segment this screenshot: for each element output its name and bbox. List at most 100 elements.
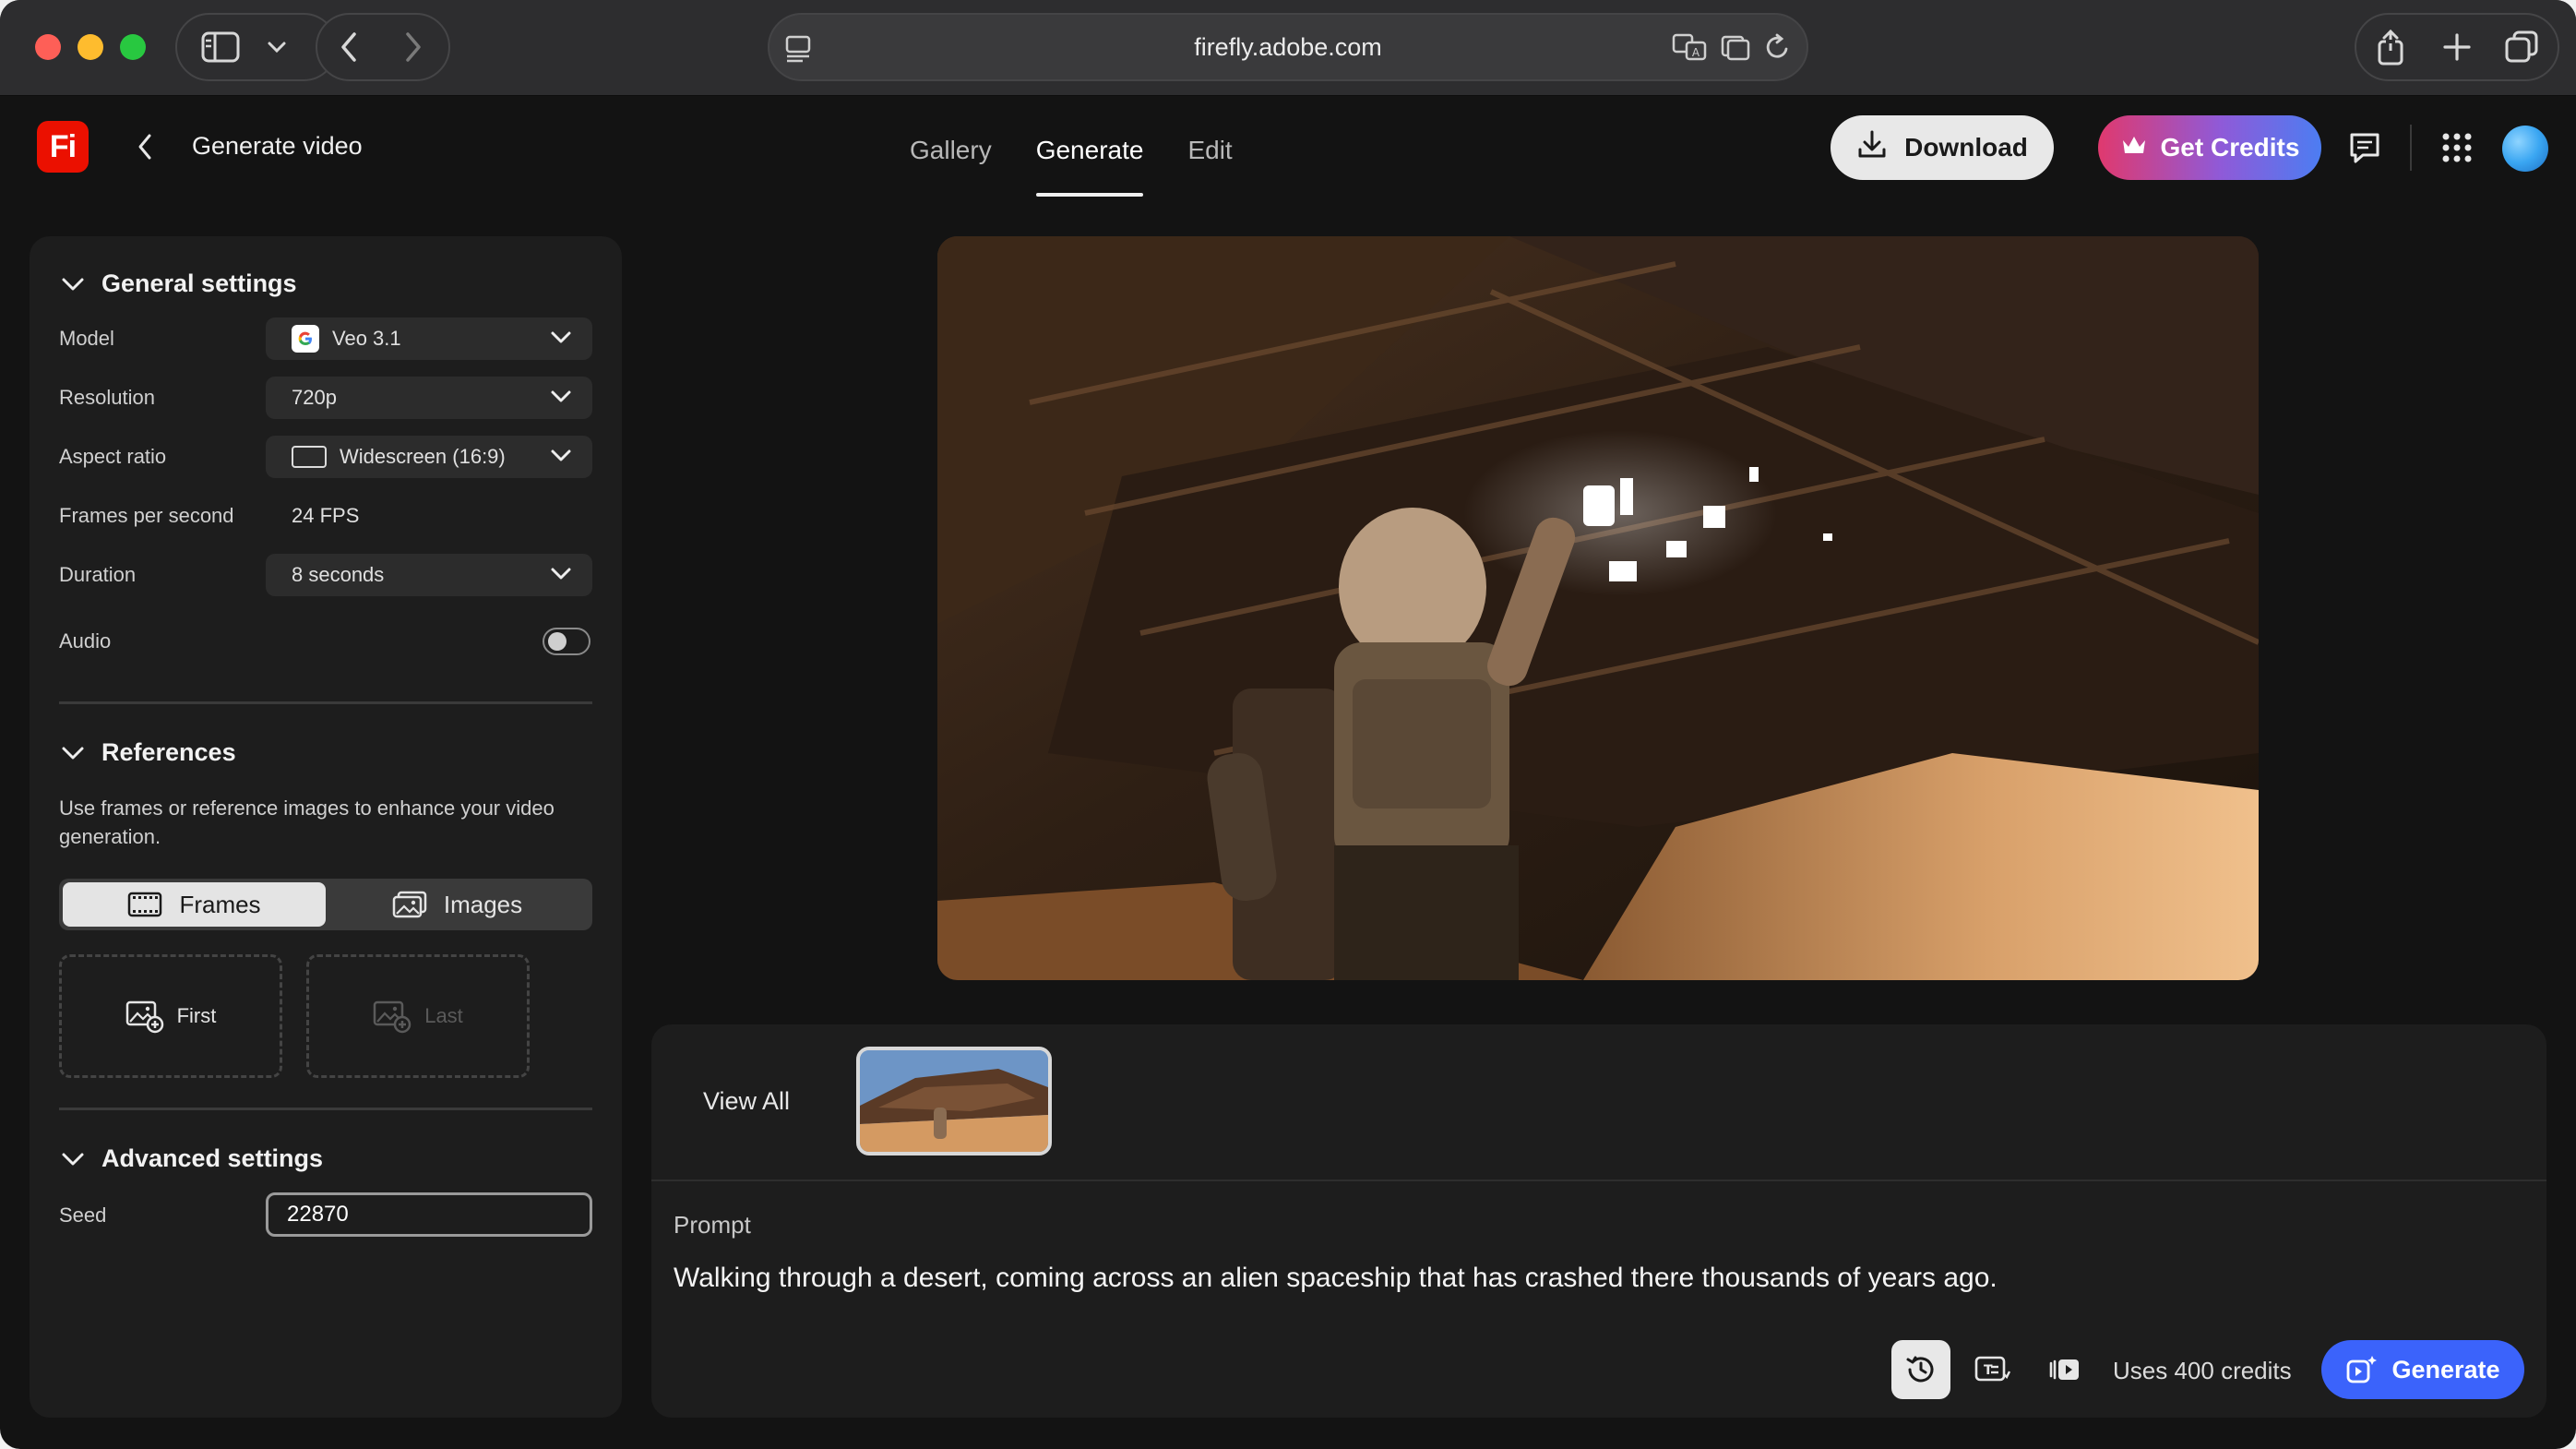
generate-button[interactable]: Generate (2321, 1340, 2524, 1399)
audio-toggle[interactable] (543, 628, 590, 655)
duration-select[interactable]: 8 seconds (266, 554, 592, 596)
fps-value: 24 FPS (292, 504, 360, 527)
tab-edit[interactable]: Edit (1187, 136, 1232, 197)
reload-icon[interactable] (1764, 31, 1792, 67)
model-value: Veo 3.1 (332, 327, 401, 350)
reference-type-toggle: Frames Images (59, 879, 592, 930)
frames-label: Frames (179, 890, 261, 918)
svg-text:A: A (1692, 46, 1700, 59)
images-icon (392, 891, 427, 918)
google-icon (292, 325, 319, 353)
settings-sidebar: General settings Model Veo 3.1 Resolutio… (30, 236, 622, 1418)
history-icon (1906, 1356, 1934, 1383)
video-preview[interactable] (937, 236, 2259, 980)
resolution-value: 720p (292, 386, 337, 409)
thumbnail-image (860, 1050, 1048, 1152)
forward-icon[interactable] (400, 30, 424, 64)
widescreen-icon (292, 446, 327, 468)
references-header[interactable]: References (61, 738, 236, 767)
tab-generate[interactable]: Generate (1035, 136, 1143, 197)
feedback-icon[interactable] (2347, 130, 2382, 170)
firefly-logo[interactable]: Fi (37, 121, 89, 173)
chevron-down-icon (62, 278, 84, 290)
frames-tab[interactable]: Frames (63, 882, 326, 927)
app-header: Fi Generate video Gallery Generate Edit … (0, 97, 2576, 200)
frames-icon (128, 892, 162, 917)
tab-overview-icon[interactable] (2504, 30, 2539, 65)
fps-label: Frames per second (59, 504, 234, 527)
get-credits-label: Get Credits (2160, 133, 2300, 162)
minimize-window-button[interactable] (78, 34, 103, 60)
aspect-ratio-select[interactable]: Widescreen (16:9) (266, 436, 592, 478)
sidebar-icon[interactable] (201, 31, 240, 63)
browser-toolbar: firefly.adobe.com A (0, 0, 2576, 96)
credits-cost-text: Uses 400 credits (2113, 1357, 2292, 1384)
new-tab-icon[interactable] (2441, 31, 2473, 63)
audio-label: Audio (59, 629, 112, 653)
chevron-down-icon (62, 1153, 84, 1165)
share-icon[interactable] (2375, 29, 2406, 66)
prompt-panel: View All Prompt Walking through a desert… (651, 1024, 2546, 1418)
crown-icon (2120, 133, 2148, 163)
tab-gallery[interactable]: Gallery (910, 136, 992, 197)
browser-window: firefly.adobe.com A Fi Generate video Ga… (0, 0, 2576, 1449)
prompt-suggestions-button[interactable]: T (1963, 1340, 2022, 1399)
prompt-label: Prompt (674, 1211, 751, 1239)
model-label: Model (59, 327, 114, 350)
chevron-down-icon (551, 568, 571, 580)
add-image-icon (125, 1000, 163, 1034)
svg-text:T: T (1984, 1363, 1993, 1378)
text-to-image-icon: T (1974, 1356, 2011, 1382)
generate-icon (2347, 1356, 2378, 1383)
video-frame-image (937, 236, 2259, 980)
close-window-button[interactable] (35, 34, 61, 60)
history-button[interactable] (1891, 1340, 1950, 1399)
back-chevron-icon[interactable] (135, 130, 155, 168)
chevron-down-icon (551, 449, 571, 461)
chevron-down-icon (62, 747, 84, 759)
resolution-select[interactable]: 720p (266, 377, 592, 419)
avatar[interactable] (2502, 126, 2548, 172)
last-frame-upload[interactable]: Last (306, 954, 530, 1078)
view-all-link[interactable]: View All (703, 1087, 790, 1116)
chevron-down-icon (551, 331, 571, 343)
aspect-ratio-label: Aspect ratio (59, 445, 167, 468)
nav-buttons-group (316, 13, 450, 81)
references-description: Use frames or reference images to enhanc… (59, 796, 555, 848)
generation-thumbnail[interactable] (856, 1047, 1052, 1156)
seed-input[interactable] (266, 1192, 592, 1237)
credits-info-button[interactable] (2035, 1340, 2094, 1399)
window-actions-group (2355, 13, 2559, 81)
get-credits-button[interactable]: Get Credits (2098, 115, 2321, 180)
zoom-window-button[interactable] (120, 34, 146, 60)
chevron-down-icon (551, 390, 571, 402)
url-text: firefly.adobe.com (1194, 33, 1382, 61)
reader-icon[interactable] (1720, 31, 1751, 67)
first-frame-upload[interactable]: First (59, 954, 282, 1078)
add-image-icon (373, 1000, 411, 1034)
section-divider (59, 1108, 592, 1110)
references-title: References (101, 738, 236, 766)
model-select[interactable]: Veo 3.1 (266, 317, 592, 360)
translate-icon[interactable]: A (1672, 31, 1707, 67)
generate-label: Generate (2391, 1355, 2500, 1383)
duration-label: Duration (59, 563, 137, 586)
first-frame-label: First (176, 1004, 217, 1027)
images-tab[interactable]: Images (326, 882, 589, 927)
prompt-input[interactable]: Walking through a desert, coming across … (674, 1263, 1998, 1294)
app-switcher-icon[interactable] (2441, 132, 2473, 168)
toggle-knob (548, 632, 566, 651)
back-icon[interactable] (338, 30, 362, 64)
chevron-down-icon[interactable] (266, 40, 288, 54)
section-divider (59, 701, 592, 704)
resolution-label: Resolution (59, 386, 155, 409)
address-bar[interactable]: firefly.adobe.com A (768, 13, 1808, 81)
download-label: Download (1904, 133, 2028, 162)
page-title: Generate video (192, 132, 363, 160)
address-actions: A (1672, 31, 1792, 67)
seed-label: Seed (59, 1204, 107, 1227)
download-button[interactable]: Download (1831, 115, 2054, 180)
general-settings-header[interactable]: General settings (61, 269, 297, 298)
video-credits-icon (2049, 1359, 2079, 1380)
advanced-settings-header[interactable]: Advanced settings (61, 1144, 323, 1173)
